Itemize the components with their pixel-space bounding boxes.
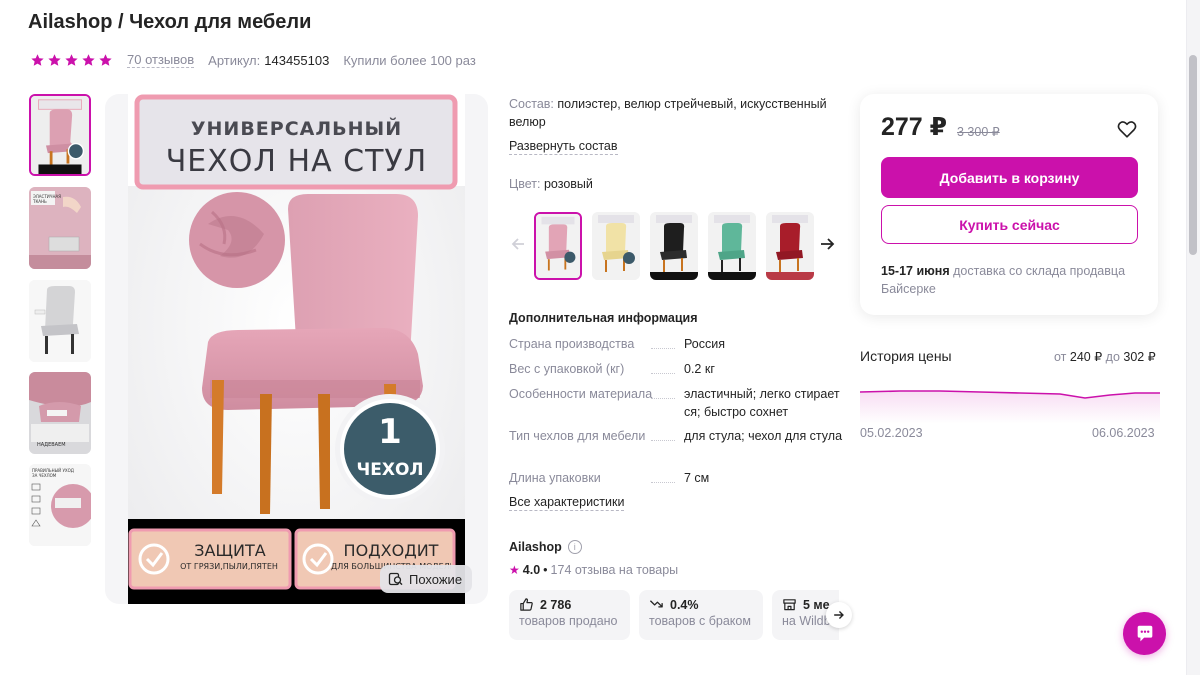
chat-button[interactable]: [1123, 612, 1166, 655]
star-icon: [82, 53, 95, 66]
additional-info-title: Дополнительная информация: [509, 311, 698, 325]
seller-rating: 4.0: [522, 563, 541, 577]
delivery-date: 15-17 июня: [881, 264, 950, 278]
composition-value: полиэстер, велюр стрейчевый, искусственн…: [509, 97, 827, 129]
add-to-cart-button[interactable]: Добавить в корзину: [881, 157, 1138, 198]
stat-label: товаров продано: [519, 614, 618, 628]
swatch-pink[interactable]: [534, 212, 582, 280]
spec-key: Тип чехлов для мебели: [509, 427, 677, 445]
feature-left-title: ЗАЩИТА: [194, 541, 266, 560]
old-price: 3 300 ₽: [957, 125, 1000, 139]
reviews-link[interactable]: 70 отзывов: [127, 52, 195, 68]
feature-left-sub: ОТ ГРЯЗИ,ПЫЛИ,ПЯТЕН: [180, 562, 278, 571]
spec-value: 7 см: [684, 471, 710, 485]
heart-icon[interactable]: [1116, 118, 1138, 140]
swatch-mint[interactable]: [708, 212, 756, 280]
price-history-range: от 240 ₽ до 302 ₽: [1054, 349, 1156, 364]
swatch-prev-arrow-icon[interactable]: [509, 234, 529, 254]
trend-down-icon: [649, 600, 663, 608]
range-min: 240 ₽: [1069, 350, 1103, 364]
expand-composition-link[interactable]: Развернуть состав: [509, 138, 618, 155]
swatch-cream[interactable]: [592, 212, 640, 280]
svg-text:НАДЕВАЕМ: НАДЕВАЕМ: [37, 442, 66, 448]
seller-name-row: Ailashop i: [509, 540, 582, 554]
bought-count: Купили более 100 раз: [343, 52, 476, 68]
stat-card: 0.4% товаров с браком: [639, 590, 763, 640]
stat-value: 0.4%: [670, 597, 699, 612]
buy-now-button[interactable]: Купить сейчас: [881, 205, 1138, 244]
seller-stats: 2 786 товаров продано 0.4% товаров с бра…: [509, 590, 839, 640]
separator: •: [543, 563, 548, 577]
buy-card: 277 ₽ 3 300 ₽ Добавить в корзину Купить …: [860, 94, 1158, 315]
stats-next-arrow-icon[interactable]: [826, 602, 852, 628]
star-icon: [31, 53, 44, 66]
spec-value: эластичный; легко стирается; быстро сохн…: [684, 387, 840, 419]
spec-key: Вес с упаковкой (кг): [509, 360, 677, 378]
stat-value: 5 ме: [803, 597, 830, 612]
stat-card: 2 786 товаров продано: [509, 590, 630, 640]
svg-text:ТКАНЬ: ТКАНЬ: [32, 199, 47, 204]
all-specs-link[interactable]: Все характеристики: [509, 494, 625, 511]
color-swatches: [509, 212, 839, 280]
range-to-label: до: [1105, 350, 1120, 364]
seller-name[interactable]: Ailashop: [509, 540, 562, 554]
spec-key: Длина упаковки: [509, 469, 677, 487]
spec-key: Страна производства: [509, 335, 677, 353]
spec-value: для стула; чехол для стула: [684, 429, 843, 443]
range-max: 302 ₽: [1123, 350, 1156, 364]
banner-line-2: ЧЕХОЛ НА СТУЛ: [165, 144, 428, 179]
spec-value: Россия: [684, 337, 725, 351]
banner-line-1: УНИВЕРСАЛЬНЫЙ: [190, 118, 403, 140]
color-label: Цвет:: [509, 177, 541, 191]
delivery-info: 15-17 июня доставка со склада продавца Б…: [881, 262, 1141, 298]
price-history-end-date: 06.06.2023: [1092, 426, 1155, 440]
thumbnail-4[interactable]: НАДЕВАЕМ: [29, 372, 91, 454]
composition: Состав: полиэстер, велюр стрейчевый, иск…: [509, 95, 844, 131]
product-title: Ailashop / Чехол для мебели: [28, 11, 312, 33]
similar-button-label: Похожие: [409, 571, 463, 587]
thumbnail-2[interactable]: ЭЛАСТИЧНАЯ ТКАНЬ: [29, 187, 91, 269]
similar-search-icon: [388, 572, 403, 586]
seller-rating-row: ★ 4.0 • 174 отзыва на товары: [509, 563, 678, 577]
composition-label: Состав:: [509, 97, 554, 111]
thumbnail-1[interactable]: [29, 94, 91, 176]
feature-right-title: ПОДХОДИТ: [343, 541, 439, 560]
info-icon[interactable]: i: [567, 540, 582, 554]
star-icon: [99, 53, 112, 66]
current-price: 277 ₽: [881, 113, 948, 141]
thumbnail-5[interactable]: ПРАВИЛЬНЫЙ УХОД ЗА ЧЕХЛОМ: [29, 464, 91, 546]
scrollbar-thumb[interactable]: [1189, 55, 1197, 255]
thumbnail-3[interactable]: [29, 280, 91, 362]
price-history-start-date: 05.02.2023: [860, 426, 923, 440]
spec-key: Особенности материала: [509, 385, 677, 403]
similar-button[interactable]: Похожие: [380, 565, 473, 593]
range-from-label: от: [1054, 350, 1067, 364]
store-icon: [783, 599, 796, 611]
star-icon: [65, 53, 78, 66]
swatch-next-arrow-icon[interactable]: [817, 234, 837, 254]
badge-number: 1: [378, 412, 402, 452]
seller-reviews-link[interactable]: 174 отзыва на товары: [551, 563, 679, 577]
badge-word: ЧЕХОЛ: [356, 460, 424, 480]
price-history-chart[interactable]: [860, 378, 1160, 424]
stat-label: товаров с браком: [649, 614, 751, 628]
star-icon: ★: [509, 563, 520, 577]
article-label: Артикул:: [208, 52, 261, 68]
thumbs-up-icon: [520, 598, 533, 611]
spec-value: 0.2 кг: [684, 362, 715, 376]
main-image-frame: УНИВЕРСАЛЬНЫЙ ЧЕХОЛ НА СТУЛ 1 ЧЕХОЛ ЗАЩИ…: [105, 94, 488, 604]
swatch-black[interactable]: [650, 212, 698, 280]
color-value: розовый: [543, 177, 593, 191]
product-meta: 70 отзывов Артикул: 143455103 Купили бол…: [30, 52, 476, 68]
article-value[interactable]: 143455103: [264, 53, 329, 68]
star-icon: [48, 53, 61, 66]
svg-text:ЗА ЧЕХЛОМ: ЗА ЧЕХЛОМ: [32, 473, 57, 478]
stat-value: 2 786: [540, 597, 572, 612]
chat-bubble-icon: [1137, 625, 1152, 641]
color-line: Цвет: розовый: [509, 177, 593, 191]
rating-stars: [30, 53, 113, 68]
swatch-burgundy[interactable]: [766, 212, 814, 280]
price-history-title: История цены: [860, 348, 952, 364]
